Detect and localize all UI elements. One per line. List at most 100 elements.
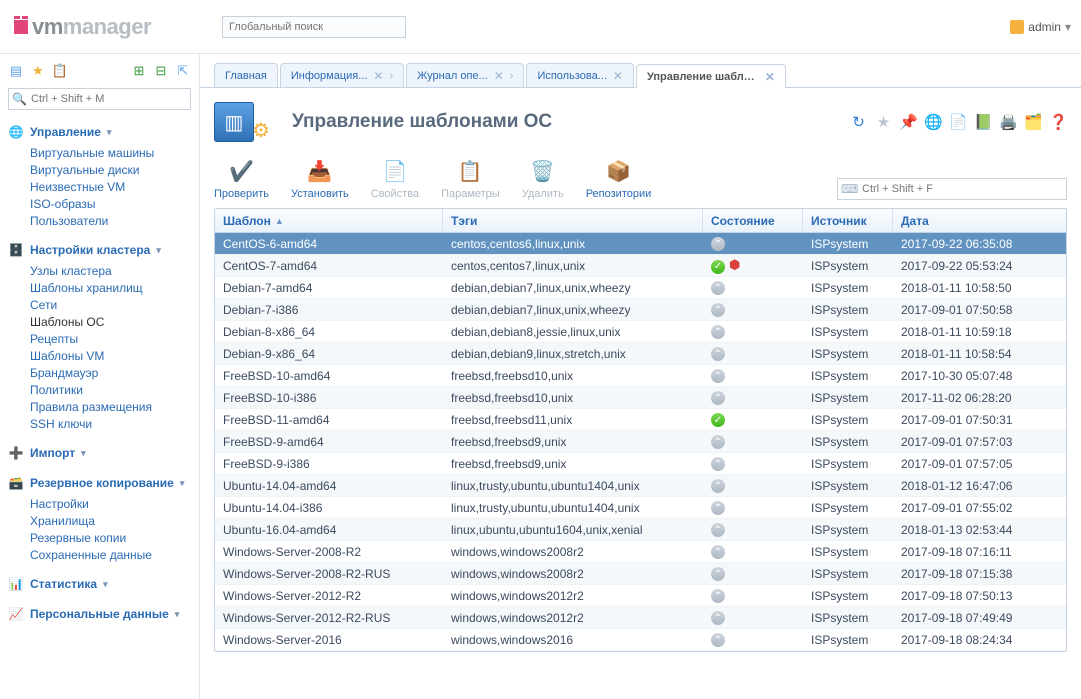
table-search-input[interactable] xyxy=(837,178,1067,200)
user-menu[interactable]: admin ▾ xyxy=(1010,20,1071,34)
check-button[interactable]: ✔️Проверить xyxy=(214,158,269,200)
table-row[interactable]: Windows-Server-2008-R2windows,windows200… xyxy=(215,541,1066,563)
minus-icon[interactable]: ⊟ xyxy=(153,63,169,79)
search-icon: 🔍 xyxy=(12,92,27,106)
cell-tags: debian,debian7,linux,unix,wheezy xyxy=(443,281,703,295)
excel-icon[interactable]: 📗 xyxy=(975,114,992,131)
sidebar-item[interactable]: Неизвестные VM xyxy=(30,180,191,194)
state-icon: ✓ xyxy=(711,260,725,274)
th-tags[interactable]: Тэги xyxy=(443,209,703,232)
table-row[interactable]: Windows-Server-2012-R2-RUSwindows,window… xyxy=(215,607,1066,629)
cell-source: ISPsystem xyxy=(803,391,893,405)
table-row[interactable]: Ubuntu-14.04-i386linux,trusty,ubuntu,ubu… xyxy=(215,497,1066,519)
sidebar-item[interactable]: Шаблоны VM xyxy=(30,349,191,363)
table-row[interactable]: Debian-9-x86_64debian,debian9,linux,stre… xyxy=(215,343,1066,365)
sidebar-item[interactable]: Сети xyxy=(30,298,191,312)
globe-icon[interactable]: 🌐 xyxy=(925,114,942,131)
tab[interactable]: Журнал опе...✕› xyxy=(406,63,524,87)
plus-icon[interactable]: ⊞ xyxy=(131,63,147,79)
close-icon[interactable]: ✕ xyxy=(494,69,504,83)
tab[interactable]: Главная xyxy=(214,63,278,87)
tab[interactable]: Использова...✕ xyxy=(526,63,634,87)
chevron-right-icon[interactable]: › xyxy=(389,70,393,82)
doc-icon[interactable]: 📄 xyxy=(950,114,967,131)
sidebar-item[interactable]: Узлы кластера xyxy=(30,264,191,278)
sidebar-item[interactable]: Брандмауэр xyxy=(30,366,191,380)
cell-date: 2017-09-18 07:15:38 xyxy=(893,567,1066,581)
close-icon[interactable]: ✕ xyxy=(613,69,623,83)
sidebar-item[interactable]: Рецепты xyxy=(30,332,191,346)
cell-state: ⌃ xyxy=(703,324,803,340)
table-row[interactable]: CentOS-6-amd64centos,centos6,linux,unix⌃… xyxy=(215,233,1066,255)
sidebar-section-backup[interactable]: 🗃️Резервное копирование▾ xyxy=(8,471,191,495)
sidebar-item[interactable]: Шаблоны хранилищ xyxy=(30,281,191,295)
cell-state: ⌃ xyxy=(703,302,803,318)
tree-icon[interactable]: ▤ xyxy=(8,63,24,79)
sidebar-item[interactable]: Виртуальные диски xyxy=(30,163,191,177)
state-icon: ⌃ xyxy=(711,281,725,295)
table-row[interactable]: Ubuntu-16.04-amd64linux,ubuntu,ubuntu160… xyxy=(215,519,1066,541)
star-icon[interactable]: ★ xyxy=(30,63,46,79)
close-icon[interactable]: ✕ xyxy=(765,70,775,84)
table-row[interactable]: FreeBSD-10-amd64freebsd,freebsd10,unix⌃I… xyxy=(215,365,1066,387)
th-state[interactable]: Состояние xyxy=(703,209,803,232)
sidebar-item[interactable]: SSH ключи xyxy=(30,417,191,431)
sidebar-section-cluster[interactable]: 🗄️Настройки кластера▾ xyxy=(8,238,191,262)
cell-state: ⌃ xyxy=(703,632,803,648)
repos-button[interactable]: 📦Репозитории xyxy=(586,158,652,200)
table-row[interactable]: Debian-7-i386debian,debian7,linux,unix,w… xyxy=(215,299,1066,321)
sidebar-item[interactable]: Сохраненные данные xyxy=(30,548,191,562)
chevron-right-icon[interactable]: › xyxy=(510,70,514,82)
cell-date: 2017-11-02 06:28:20 xyxy=(893,391,1066,405)
print-icon[interactable]: 🖨️ xyxy=(1000,114,1017,131)
tab[interactable]: Информация...✕› xyxy=(280,63,404,87)
table-row[interactable]: Windows-Server-2016windows,windows2016⌃I… xyxy=(215,629,1066,651)
table-row[interactable]: FreeBSD-9-i386freebsd,freebsd9,unix⌃ISPs… xyxy=(215,453,1066,475)
cfg-icon[interactable]: 🗂️ xyxy=(1025,114,1042,131)
global-search-input[interactable] xyxy=(222,16,406,38)
install-button[interactable]: 📥Установить xyxy=(291,158,349,200)
state-icon: ⌃ xyxy=(711,369,725,383)
sidebar-search-input[interactable] xyxy=(8,88,191,110)
th-source[interactable]: Источник xyxy=(803,209,893,232)
help-icon[interactable]: ❓ xyxy=(1050,114,1067,131)
close-icon[interactable]: ✕ xyxy=(373,69,383,83)
sidebar-item[interactable]: Резервные копии xyxy=(30,531,191,545)
pin-icon[interactable]: 📌 xyxy=(900,114,917,131)
table-row[interactable]: Debian-7-amd64debian,debian7,linux,unix,… xyxy=(215,277,1066,299)
sidebar-item[interactable]: Хранилища xyxy=(30,514,191,528)
state-icon: ⌃ xyxy=(711,567,725,581)
fav-icon[interactable]: ★ xyxy=(875,114,892,131)
app-logo: vmmanager xyxy=(10,14,210,40)
table-row[interactable]: Ubuntu-14.04-amd64linux,trusty,ubuntu,ub… xyxy=(215,475,1066,497)
table-row[interactable]: Windows-Server-2008-R2-RUSwindows,window… xyxy=(215,563,1066,585)
sidebar-section-personal[interactable]: 📈Персональные данные▾ xyxy=(8,602,191,626)
sidebar-section-import[interactable]: ➕Импорт▾ xyxy=(8,441,191,465)
table-row[interactable]: FreeBSD-11-amd64freebsd,freebsd11,unix✓I… xyxy=(215,409,1066,431)
pin-icon[interactable]: ⇱ xyxy=(175,63,191,79)
cell-source: ISPsystem xyxy=(803,347,893,361)
sidebar-item[interactable]: Пользователи xyxy=(30,214,191,228)
sidebar-section-stats[interactable]: 📊Статистика▾ xyxy=(8,572,191,596)
sidebar-item[interactable]: Политики xyxy=(30,383,191,397)
clipboard-icon[interactable]: 📋 xyxy=(52,63,68,79)
state-icon: ⌃ xyxy=(711,457,725,471)
sidebar-item[interactable]: ISO-образы xyxy=(30,197,191,211)
sidebar-item[interactable]: Правила размещения xyxy=(30,400,191,414)
tab[interactable]: Управление шаблонами ОС✕ xyxy=(636,64,786,88)
th-date[interactable]: Дата xyxy=(893,209,1066,232)
sidebar-item[interactable]: Настройки xyxy=(30,497,191,511)
sidebar-section-mgmt[interactable]: 🌐Управление▾ xyxy=(8,120,191,144)
chevron-down-icon: ▾ xyxy=(107,127,112,138)
table-row[interactable]: CentOS-7-amd64centos,centos7,linux,unix✓… xyxy=(215,255,1066,277)
sidebar-item[interactable]: Виртуальные машины xyxy=(30,146,191,160)
table-row[interactable]: Debian-8-x86_64debian,debian8,jessie,lin… xyxy=(215,321,1066,343)
th-template[interactable]: Шаблон▲ xyxy=(215,209,443,232)
table-row[interactable]: FreeBSD-9-amd64freebsd,freebsd9,unix⌃ISP… xyxy=(215,431,1066,453)
table-row[interactable]: FreeBSD-10-i386freebsd,freebsd10,unix⌃IS… xyxy=(215,387,1066,409)
gear-icon: ⚙ xyxy=(252,118,270,143)
sidebar-item[interactable]: Шаблоны ОС xyxy=(30,315,191,329)
reload-icon[interactable]: ↻ xyxy=(850,114,867,131)
user-name: admin xyxy=(1028,20,1061,34)
table-row[interactable]: Windows-Server-2012-R2windows,windows201… xyxy=(215,585,1066,607)
